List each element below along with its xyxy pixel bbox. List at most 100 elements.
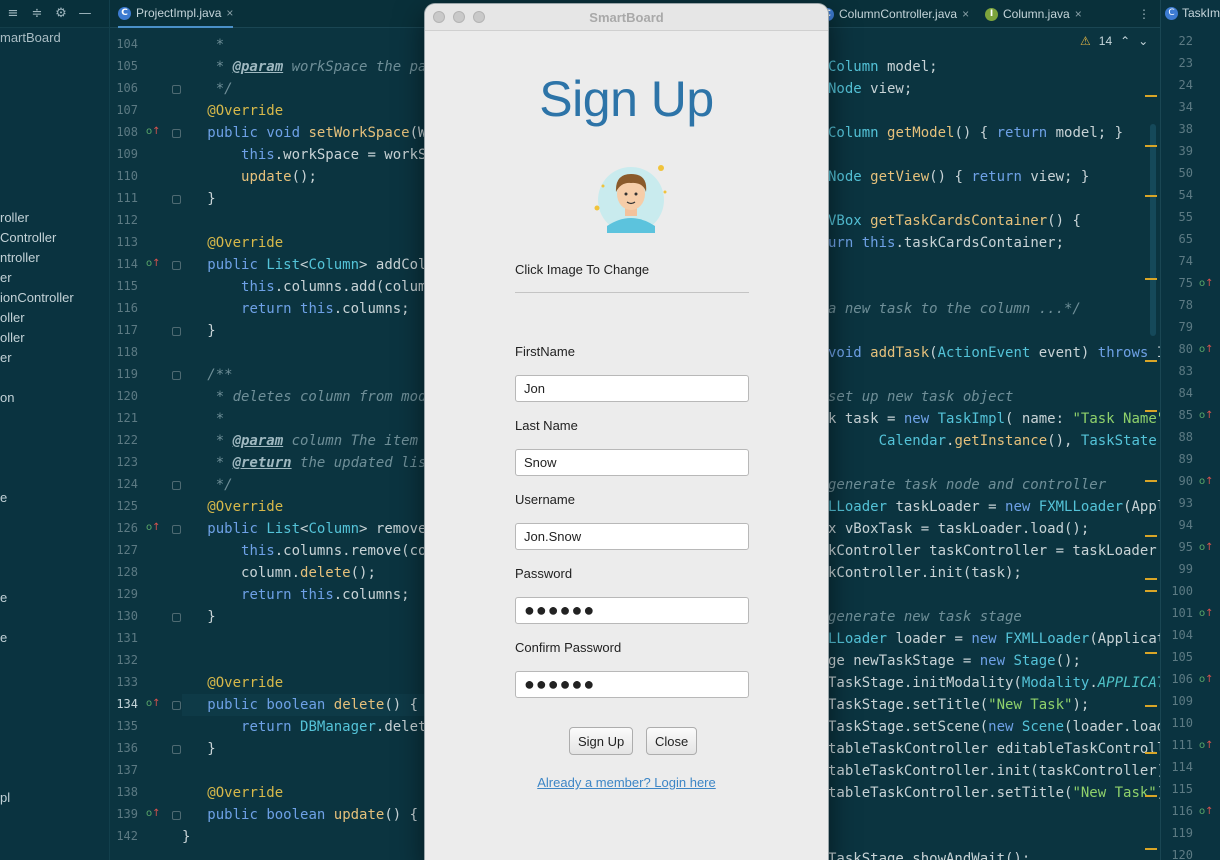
tree-item[interactable]: er (0, 350, 12, 365)
code-line[interactable]: tableTaskController editableTaskControll… (828, 738, 1160, 760)
override-marker-icon[interactable]: o↑ (146, 126, 161, 137)
override-marker-icon[interactable]: o↑ (1199, 410, 1214, 421)
code-line[interactable]: * deletes column from mode (182, 386, 435, 408)
code-line[interactable]: return this.columns; (182, 298, 410, 320)
code-line[interactable]: k task = new TaskImpl( name: "Task Name"… (828, 408, 1160, 430)
warning-stripe-mark[interactable] (1145, 410, 1157, 412)
fold-icon[interactable] (172, 327, 181, 336)
code-line[interactable]: kController taskController = taskLoader.… (828, 540, 1160, 562)
code-line[interactable]: /** (182, 364, 232, 386)
warning-stripe-mark[interactable] (1145, 145, 1157, 147)
tab-column[interactable]: I Column.java × (985, 0, 1082, 28)
warning-stripe-mark[interactable] (1145, 278, 1157, 280)
code-line[interactable]: TaskStage.showAndWait(); (828, 848, 1030, 860)
code-line[interactable]: TaskStage.setTitle("New Task"); (828, 694, 1089, 716)
warning-stripe-mark[interactable] (1145, 360, 1157, 362)
minimize-icon[interactable]: — (76, 5, 94, 23)
code-line[interactable]: return this.columns; (182, 584, 410, 606)
inspection-widget[interactable]: ⚠ 14 ⌃ ⌄ (1080, 34, 1148, 48)
code-line[interactable]: * @return the updated list (182, 452, 435, 474)
tree-item[interactable]: roller (0, 210, 29, 225)
editor-scrollbar[interactable] (1150, 124, 1156, 336)
code-line[interactable]: ge newTaskStage = new Stage(); (828, 650, 1081, 672)
tree-item[interactable]: ionController (0, 290, 74, 305)
fold-icon[interactable] (172, 261, 181, 270)
code-line[interactable]: void addTask(ActionEvent event) throws I… (828, 342, 1160, 364)
override-marker-icon[interactable]: o↑ (1199, 278, 1214, 289)
code-line[interactable]: tableTaskController.setTitle("New Task")… (828, 782, 1160, 804)
tab-projectimpl[interactable]: C ProjectImpl.java × (118, 0, 234, 28)
expand-all-icon[interactable]: ≡ (4, 5, 22, 23)
code-line[interactable]: Node view; (828, 78, 912, 100)
fold-icon[interactable] (172, 701, 181, 710)
code-line[interactable]: generate new task stage (828, 606, 1022, 628)
close-button[interactable]: Close (646, 727, 698, 755)
code-line[interactable]: kController.init(task); (828, 562, 1022, 584)
right-code-area[interactable]: Column model; Node view; Column getModel()… (828, 28, 1160, 860)
code-line[interactable]: Calendar.getInstance(), TaskState.ACT (828, 430, 1160, 452)
code-line[interactable]: set up new task object (828, 386, 1013, 408)
tab-taskimpl[interactable]: C TaskIm (1165, 6, 1220, 20)
tree-item[interactable]: e (0, 590, 7, 605)
code-line[interactable]: */ (182, 78, 233, 100)
code-line[interactable]: * (182, 34, 224, 56)
code-line[interactable]: public List<Column> addColu (182, 254, 435, 276)
override-marker-icon[interactable]: o↑ (1199, 476, 1214, 487)
fold-icon[interactable] (172, 811, 181, 820)
code-line[interactable]: TaskStage.setScene(new Scene(loader.load… (828, 716, 1160, 738)
code-line[interactable]: public boolean update() { r (182, 804, 435, 826)
login-link[interactable]: Already a member? Login here (425, 775, 828, 790)
code-line[interactable]: */ (182, 474, 233, 496)
code-line[interactable]: } (182, 606, 215, 628)
code-line[interactable]: column.delete(); (182, 562, 376, 584)
code-line[interactable]: public boolean delete() { (182, 694, 442, 716)
code-line[interactable]: } (182, 320, 215, 342)
code-line[interactable]: Column model; (828, 56, 938, 78)
code-line[interactable]: this.workSpace = workSp (182, 144, 435, 166)
tree-item[interactable]: oller (0, 310, 25, 325)
tree-item[interactable]: er (0, 270, 12, 285)
close-tab-icon[interactable]: × (1075, 7, 1082, 21)
sign-up-button[interactable]: Sign Up (569, 727, 634, 755)
override-marker-icon[interactable]: o↑ (1199, 608, 1214, 619)
warning-stripe-mark[interactable] (1145, 195, 1157, 197)
username-field[interactable] (515, 523, 749, 550)
fold-icon[interactable] (172, 481, 181, 490)
fold-icon[interactable] (172, 613, 181, 622)
code-line[interactable]: public List<Column> removeC (182, 518, 435, 540)
code-line[interactable]: urn this.taskCardsContainer; (828, 232, 1064, 254)
code-line[interactable]: Node getView() { return view; } (828, 166, 1089, 188)
tree-item[interactable]: e (0, 490, 7, 505)
override-marker-icon[interactable]: o↑ (1199, 806, 1214, 817)
override-marker-icon[interactable]: o↑ (146, 522, 161, 533)
fold-icon[interactable] (172, 745, 181, 754)
fold-icon[interactable] (172, 85, 181, 94)
warning-stripe-mark[interactable] (1145, 652, 1157, 654)
code-line[interactable]: a new task to the column ...*/ (828, 298, 1081, 320)
code-line[interactable]: } (182, 738, 215, 760)
close-tab-icon[interactable]: × (962, 7, 969, 21)
tree-item[interactable]: Controller (0, 230, 56, 245)
warning-stripe-mark[interactable] (1145, 578, 1157, 580)
fold-icon[interactable] (172, 371, 181, 380)
password-field[interactable]: ●●●●●● (515, 597, 749, 624)
code-line[interactable]: @Override (182, 672, 283, 694)
project-root-label[interactable]: martBoard (0, 30, 61, 45)
tab-columncontroller[interactable]: C ColumnController.java × (821, 0, 969, 28)
confirm-password-field[interactable]: ●●●●●● (515, 671, 749, 698)
warning-stripe-mark[interactable] (1145, 480, 1157, 482)
code-line[interactable]: } (182, 826, 190, 848)
close-tab-icon[interactable]: × (226, 6, 233, 20)
more-tabs-icon[interactable]: ⋮ (1138, 0, 1150, 28)
code-line[interactable]: } (182, 188, 215, 210)
code-line[interactable]: @Override (182, 232, 283, 254)
tree-item[interactable]: e (0, 630, 7, 645)
code-line[interactable]: VBox getTaskCardsContainer() { (828, 210, 1081, 232)
code-line[interactable]: Column getModel() { return model; } (828, 122, 1123, 144)
code-line[interactable]: this.columns.remove(col (182, 540, 435, 562)
chevron-down-icon[interactable]: ⌄ (1138, 34, 1148, 48)
tree-item[interactable]: oller (0, 330, 25, 345)
override-marker-icon[interactable]: o↑ (146, 808, 161, 819)
code-line[interactable]: TaskStage.initModality(Modality.APPLICAT… (828, 672, 1160, 694)
code-line[interactable]: @Override (182, 496, 283, 518)
